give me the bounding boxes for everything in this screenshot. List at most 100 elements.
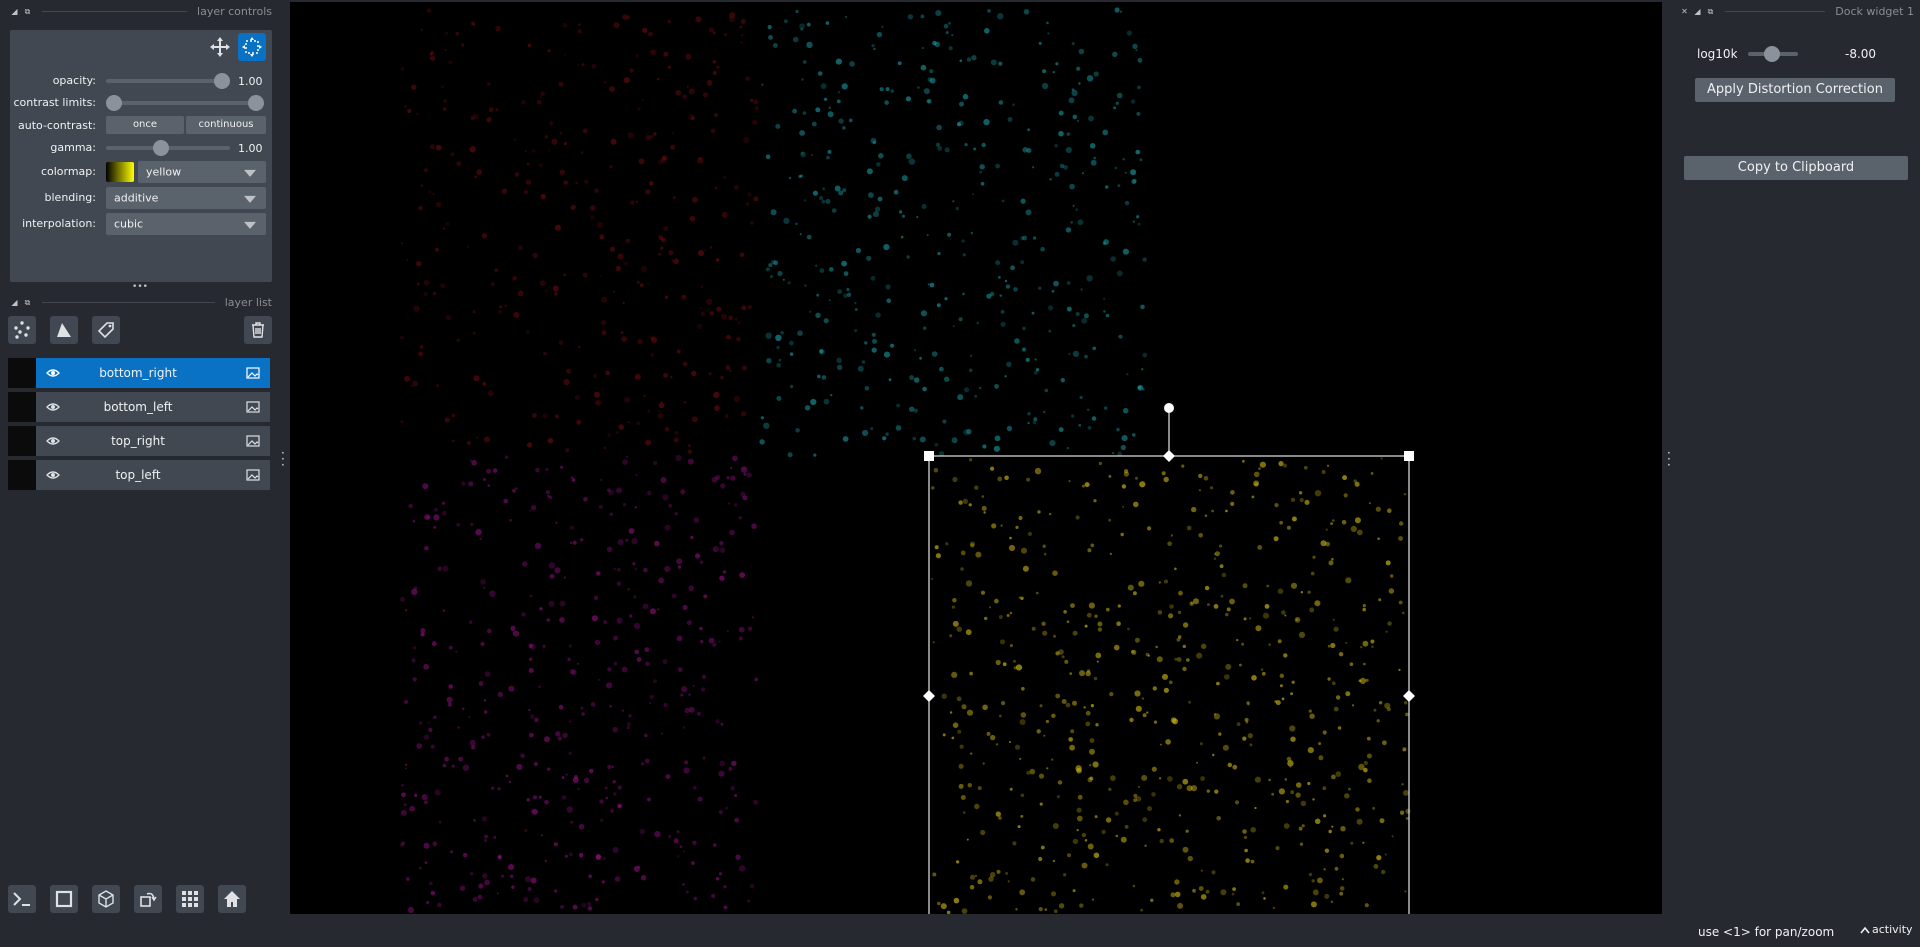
log10k-slider-handle[interactable]	[1764, 46, 1780, 62]
nucleus-dot	[969, 671, 973, 676]
nucleus-dot	[551, 138, 558, 145]
nucleus-dot	[1298, 826, 1303, 831]
nucleus-dot	[457, 726, 460, 729]
new-labels-layer-button[interactable]	[92, 316, 120, 344]
contrast-high-handle[interactable]	[248, 95, 264, 111]
copy-to-clipboard-button[interactable]: Copy to Clipboard	[1684, 156, 1908, 180]
contrast-low-handle[interactable]	[106, 95, 122, 111]
panel-splitter-handle[interactable]: •••	[130, 282, 150, 292]
nucleus-dot	[595, 854, 602, 860]
nucleus-dot	[878, 153, 884, 159]
float-icon[interactable]: ◢	[10, 7, 19, 16]
auto-contrast-once-button[interactable]: once	[106, 116, 184, 134]
reset-view-button[interactable]	[218, 885, 246, 913]
nucleus-dot	[521, 99, 526, 105]
nucleus-dot	[1206, 789, 1210, 793]
nucleus-dot	[1177, 902, 1184, 909]
nucleus-dot	[1087, 408, 1090, 411]
transform-mode-button[interactable]	[238, 33, 266, 61]
blending-select[interactable]: additive	[106, 187, 266, 209]
new-points-layer-button[interactable]	[8, 316, 36, 344]
nucleus-dot	[945, 542, 949, 546]
viewer-canvas[interactable]	[290, 2, 1662, 914]
delete-layer-button[interactable]	[244, 316, 272, 344]
auto-contrast-continuous-button[interactable]: continuous	[186, 116, 266, 134]
layer-row-bottom-right[interactable]: bottom_right	[8, 358, 270, 388]
roll-dimensions-button[interactable]	[92, 885, 120, 913]
activity-button[interactable]: activity	[1860, 923, 1913, 936]
nucleus-dot	[751, 616, 754, 619]
right-dock-resize-handle[interactable]: · · ·	[1667, 447, 1671, 471]
undock-icon[interactable]: ⧉	[1706, 7, 1715, 16]
corner-handle-top-left	[924, 451, 934, 461]
nucleus-dot	[999, 294, 1003, 297]
nucleus-dot	[843, 271, 849, 276]
nucleus-dot	[1221, 572, 1227, 578]
layer-list-title: layer list	[224, 295, 272, 309]
nucleus-dot	[1091, 898, 1095, 901]
layer-row-top-right[interactable]: top_right	[8, 426, 270, 456]
nucleus-dot	[559, 131, 563, 135]
colormap-select[interactable]: yellow	[138, 161, 266, 183]
nucleus-dot	[1398, 600, 1403, 605]
nucleus-dot	[599, 478, 603, 482]
nucleus-dot	[670, 375, 673, 379]
nucleus-dot	[548, 600, 555, 607]
nucleus-dot	[570, 525, 574, 530]
left-dock-resize-handle[interactable]: · · ·	[281, 447, 285, 471]
nucleus-dot	[1009, 644, 1013, 648]
nucleus-dot	[1067, 853, 1071, 858]
nucleus-dot	[1110, 775, 1116, 781]
float-icon[interactable]: ◢	[1693, 7, 1702, 16]
console-button[interactable]	[8, 885, 36, 913]
nucleus-dot	[960, 550, 966, 556]
nucleus-dot	[775, 334, 782, 341]
gamma-slider-handle[interactable]	[153, 140, 169, 156]
undock-icon[interactable]: ⧉	[23, 7, 32, 16]
layer-row-top-left[interactable]: top_left	[8, 460, 270, 490]
nucleus-dot	[1027, 531, 1033, 537]
new-shapes-layer-button[interactable]	[50, 316, 78, 344]
nucleus-dot	[1065, 227, 1072, 233]
layer-row-bottom-left[interactable]: bottom_left	[8, 392, 270, 422]
pan-zoom-mode-button[interactable]	[206, 33, 234, 61]
float-icon[interactable]: ◢	[10, 298, 19, 307]
nucleus-dot	[739, 572, 746, 578]
interpolation-select[interactable]: cubic	[106, 213, 266, 235]
nucleus-dot	[416, 282, 420, 286]
nucleus-dot	[742, 365, 748, 371]
nucleus-dot	[530, 877, 537, 884]
nucleus-dot	[760, 416, 764, 420]
ndisplay-button[interactable]	[50, 885, 78, 913]
apply-distortion-correction-button[interactable]: Apply Distortion Correction	[1695, 78, 1895, 102]
nucleus-dot	[562, 22, 568, 28]
nucleus-dot	[1323, 868, 1326, 871]
nucleus-dot	[1379, 818, 1385, 824]
close-icon[interactable]: ✕	[1680, 7, 1689, 16]
nucleus-dot	[1390, 574, 1394, 578]
nucleus-dot	[609, 86, 615, 92]
nucleus-dot	[998, 100, 1004, 105]
nucleus-dot	[682, 850, 686, 853]
nucleus-dot	[1058, 903, 1065, 909]
nucleus-dot	[526, 162, 530, 166]
transform-box[interactable]	[923, 403, 1415, 914]
nucleus-dot	[719, 760, 726, 767]
nucleus-dot	[558, 704, 564, 710]
corner-handle-top-right	[1404, 451, 1414, 461]
nucleus-dot	[635, 473, 638, 477]
nucleus-dot	[721, 313, 727, 320]
undock-icon[interactable]: ⧉	[23, 298, 32, 307]
nucleus-dot	[1077, 219, 1084, 226]
contrast-limits-slider[interactable]	[112, 101, 262, 105]
nucleus-dot	[991, 523, 997, 529]
nucleus-dot	[559, 617, 565, 623]
grid-view-button[interactable]	[176, 885, 204, 913]
nucleus-dot	[1093, 156, 1096, 160]
nucleus-dot	[1022, 565, 1029, 572]
transpose-button[interactable]	[134, 885, 162, 913]
opacity-slider-handle[interactable]	[214, 73, 230, 89]
opacity-slider[interactable]	[106, 79, 230, 83]
nucleus-dot	[1190, 785, 1198, 792]
image-canvas[interactable]	[290, 2, 1662, 914]
